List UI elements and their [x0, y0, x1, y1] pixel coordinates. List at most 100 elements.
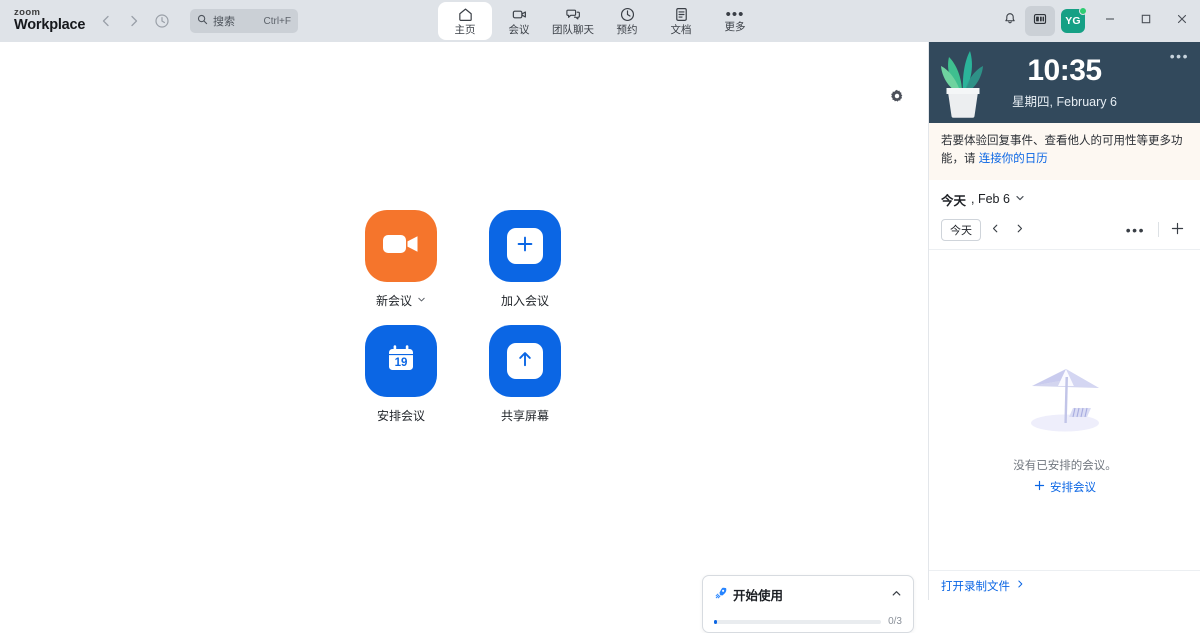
maximize-button[interactable]: [1128, 0, 1164, 42]
today-button[interactable]: 今天: [941, 219, 981, 241]
today-header-date: , Feb 6: [971, 192, 1010, 206]
chevron-up-icon[interactable]: [891, 588, 902, 602]
chevron-down-icon[interactable]: [417, 295, 426, 306]
minimize-button[interactable]: [1092, 0, 1128, 42]
home-action-grid: 新会议 加入会议: [344, 210, 582, 424]
history-clock-icon: [154, 13, 170, 29]
titlebar-right-controls: YG: [995, 0, 1200, 42]
ellipsis-icon: •••: [1126, 222, 1145, 238]
maximize-icon: [1140, 12, 1152, 30]
ellipsis-icon: •••: [726, 10, 745, 20]
back-button[interactable]: [92, 7, 120, 35]
new-meeting-label-row: 新会议: [376, 292, 426, 309]
clock-time: 10:35: [1027, 56, 1101, 86]
get-started-card[interactable]: 开始使用 0/3: [702, 575, 914, 633]
tab-appointments[interactable]: 预约: [600, 2, 654, 40]
today-header-label: 今天: [941, 190, 966, 209]
tab-docs-label: 文档: [671, 25, 692, 36]
chevron-right-icon: [127, 14, 141, 28]
share-screen-label: 共享屏幕: [501, 407, 549, 424]
join-meeting-label-row: 加入会议: [501, 292, 549, 309]
tab-docs[interactable]: 文档: [654, 2, 708, 40]
chevron-right-icon: [1015, 579, 1025, 592]
history-button[interactable]: [148, 7, 176, 35]
schedule-meeting-link-label: 安排会议: [1050, 479, 1096, 495]
get-started-title-row: 开始使用: [714, 585, 783, 604]
panel-layout-icon: [1032, 11, 1048, 32]
get-started-header: 开始使用: [714, 585, 902, 604]
chat-bubbles-icon: [565, 6, 582, 23]
new-meeting-tile: [365, 210, 437, 282]
open-recordings-footer[interactable]: 打开录制文件: [929, 570, 1200, 600]
connect-calendar-link[interactable]: 连接你的日历: [979, 153, 1048, 165]
avatar-initials: YG: [1065, 15, 1081, 27]
calendar-banner-text: 若要体验回复事件、查看他人的可用性等更多功能，请: [941, 135, 1183, 165]
next-day-button[interactable]: [1009, 220, 1029, 240]
no-meetings-message: 没有已安排的会议。: [1013, 457, 1117, 473]
get-started-progress-row: 0/3: [714, 616, 902, 627]
clock-widget: 10:35 星期四, February 6 •••: [929, 42, 1200, 123]
ellipsis-icon: •••: [1170, 48, 1189, 64]
settings-button[interactable]: [886, 87, 908, 109]
calendar-icon: 19: [382, 340, 420, 383]
chevron-down-icon[interactable]: [1015, 193, 1025, 205]
tab-more[interactable]: ••• 更多: [708, 2, 762, 40]
share-screen-button[interactable]: 共享屏幕: [468, 325, 582, 424]
bell-icon: [1002, 11, 1018, 32]
forward-button[interactable]: [120, 7, 148, 35]
schedule-meeting-label: 安排会议: [377, 407, 425, 424]
new-meeting-label: 新会议: [376, 292, 412, 309]
clock-date: 星期四, February 6: [1012, 91, 1117, 110]
tab-team-chat[interactable]: 团队聊天: [546, 2, 600, 40]
gear-icon: [889, 88, 905, 109]
tab-team-chat-label: 团队聊天: [552, 25, 594, 36]
avatar[interactable]: YG: [1061, 9, 1085, 33]
online-status-dot: [1079, 7, 1087, 15]
rocket-icon: [714, 586, 728, 603]
tab-meetings-label: 会议: [509, 25, 530, 36]
get-started-title: 开始使用: [733, 585, 783, 604]
chevron-left-icon: [99, 14, 113, 28]
date-navigation-bar: 今天 •••: [929, 217, 1200, 250]
share-screen-label-row: 共享屏幕: [501, 407, 549, 424]
schedule-meeting-tile: 19: [365, 325, 437, 397]
plus-icon: [515, 234, 535, 259]
title-bar: zoom Workplace 搜索 Ctrl+F: [0, 0, 1200, 42]
previous-day-button[interactable]: [985, 220, 1005, 240]
join-meeting-button[interactable]: 加入会议: [468, 210, 582, 309]
document-icon: [673, 6, 690, 23]
join-meeting-label: 加入会议: [501, 292, 549, 309]
search-input[interactable]: 搜索 Ctrl+F: [190, 9, 298, 33]
schedule-meeting-button[interactable]: 19 安排会议: [344, 325, 458, 424]
tab-home[interactable]: 主页: [438, 2, 492, 40]
plus-icon: [1034, 480, 1045, 494]
app-logo: zoom Workplace: [0, 8, 88, 33]
minimize-icon: [1104, 12, 1116, 30]
search-shortcut: Ctrl+F: [264, 16, 292, 27]
video-camera-icon: [511, 6, 528, 23]
main-content-area: 新会议 加入会议: [0, 42, 928, 600]
clock-more-button[interactable]: •••: [1170, 52, 1189, 60]
close-button[interactable]: [1164, 0, 1200, 42]
notifications-button[interactable]: [995, 6, 1025, 36]
schedule-meeting-link[interactable]: 安排会议: [1034, 479, 1096, 495]
share-screen-tile: [489, 325, 561, 397]
chevron-left-icon: [990, 223, 1001, 237]
nav-arrows: [92, 7, 176, 35]
plant-illustration: [935, 42, 991, 123]
tab-meetings[interactable]: 会议: [492, 2, 546, 40]
tab-appointments-label: 预约: [617, 25, 638, 36]
no-meetings-empty-state: 没有已安排的会议。 安排会议: [929, 352, 1200, 495]
get-started-progress-bar: [714, 620, 881, 624]
svg-text:19: 19: [395, 357, 408, 369]
tab-more-label: 更多: [725, 22, 746, 33]
open-recordings-label: 打开录制文件: [941, 578, 1010, 594]
panel-layout-button[interactable]: [1025, 6, 1055, 36]
plus-icon: [1170, 221, 1185, 240]
beach-umbrella-illustration: [1005, 352, 1125, 443]
date-nav-more-button[interactable]: •••: [1121, 226, 1150, 234]
today-header: 今天 , Feb 6: [929, 180, 1200, 217]
new-meeting-button[interactable]: 新会议: [344, 210, 458, 309]
get-started-progress-count: 0/3: [888, 616, 902, 627]
add-event-button[interactable]: [1167, 221, 1188, 238]
